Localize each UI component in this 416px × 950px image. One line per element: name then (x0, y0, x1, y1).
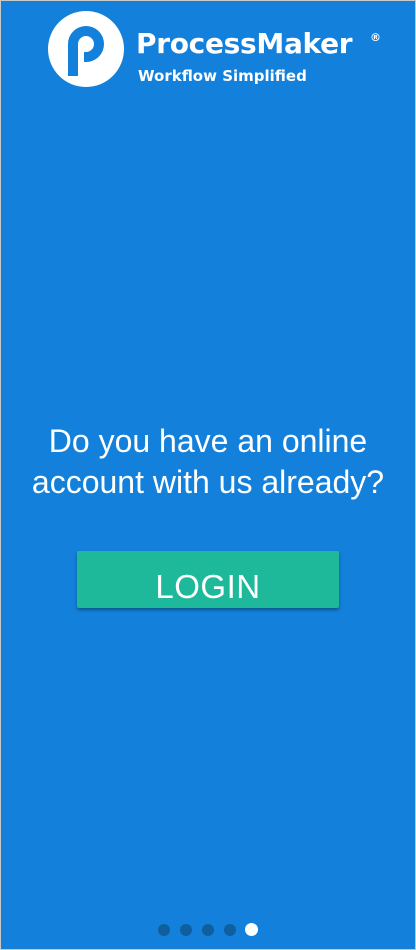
page-dot-5-active[interactable] (245, 923, 258, 936)
processmaker-logo-icon (48, 11, 124, 87)
brand-name: ProcessMaker (136, 27, 353, 60)
page-dot-4[interactable] (224, 924, 236, 936)
login-button-label: LOGIN (155, 568, 261, 605)
processmaker-logo: ProcessMaker ® Workflow Simplified (47, 10, 387, 90)
login-button[interactable]: LOGIN (77, 551, 339, 608)
page-dot-1[interactable] (158, 924, 170, 936)
brand-tagline: Workflow Simplified (138, 67, 307, 85)
account-question-line-2: account with us already? (31, 464, 385, 500)
page-indicator (158, 923, 268, 937)
page-dot-2[interactable] (180, 924, 192, 936)
registered-mark: ® (370, 31, 381, 44)
onboarding-screen: ProcessMaker ® Workflow Simplified Do yo… (0, 0, 416, 950)
account-question: Do you have an online account with us al… (1, 421, 415, 503)
page-dot-3[interactable] (202, 924, 214, 936)
account-question-line-1: Do you have an online (48, 423, 368, 459)
